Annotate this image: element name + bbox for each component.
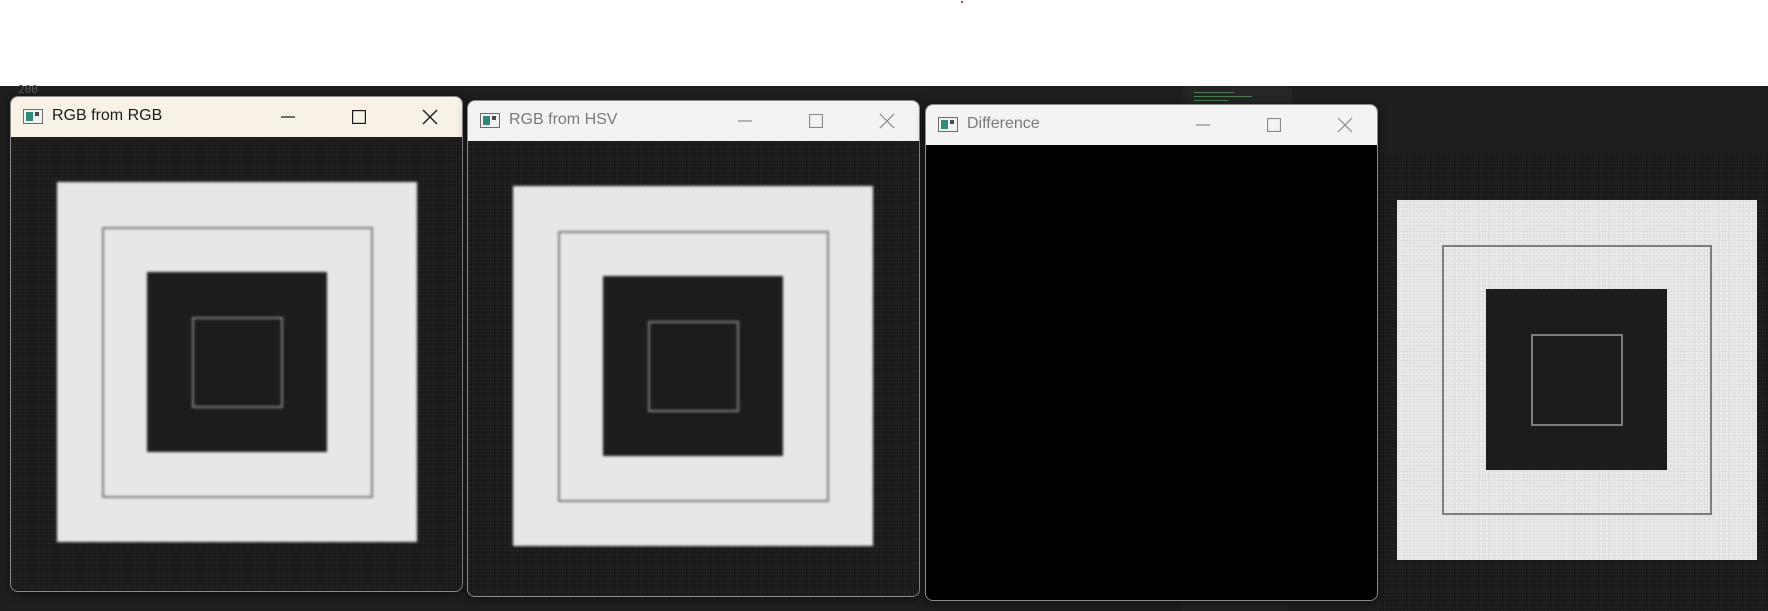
window-rgb-from-hsv[interactable]: RGB from HSV bbox=[467, 100, 920, 597]
close-icon bbox=[1337, 117, 1353, 133]
minimize-icon bbox=[1196, 124, 1210, 126]
titlebar[interactable]: RGB from RGB bbox=[11, 97, 462, 137]
close-button[interactable] bbox=[864, 101, 910, 141]
window-rgb-from-rgb[interactable]: RGB from RGB bbox=[10, 96, 463, 592]
inner-outline-square bbox=[192, 317, 283, 408]
titlebar[interactable]: Difference bbox=[926, 105, 1377, 145]
window-title: RGB from HSV bbox=[509, 111, 618, 128]
difference-image-view bbox=[926, 145, 1377, 600]
minimize-button[interactable] bbox=[265, 97, 311, 137]
minimize-button[interactable] bbox=[722, 101, 768, 141]
close-icon bbox=[422, 109, 438, 125]
maximize-icon bbox=[809, 114, 823, 128]
inner-outline-square bbox=[648, 321, 739, 412]
top-white-area bbox=[0, 0, 1768, 86]
maximize-button[interactable] bbox=[793, 101, 839, 141]
image-view bbox=[468, 141, 919, 596]
red-dot-marker bbox=[961, 1, 963, 3]
window-title: Difference bbox=[967, 115, 1040, 132]
maximize-icon bbox=[1267, 118, 1281, 132]
app-window-icon bbox=[938, 117, 958, 132]
background-image-panel bbox=[1380, 153, 1768, 611]
inner-outline-square bbox=[1531, 334, 1623, 426]
app-window-icon bbox=[480, 113, 500, 128]
image-view bbox=[11, 137, 462, 591]
window-title: RGB from RGB bbox=[52, 107, 163, 124]
close-button[interactable] bbox=[407, 97, 453, 137]
titlebar[interactable]: RGB from HSV bbox=[468, 101, 919, 141]
window-difference[interactable]: Difference bbox=[925, 104, 1378, 601]
close-icon bbox=[879, 113, 895, 129]
maximize-icon bbox=[352, 110, 366, 124]
background-faint-text: 200 bbox=[18, 83, 38, 96]
minimize-icon bbox=[738, 120, 752, 122]
close-button[interactable] bbox=[1322, 105, 1368, 145]
app-window-icon bbox=[23, 109, 43, 124]
maximize-button[interactable] bbox=[336, 97, 382, 137]
minimize-button[interactable] bbox=[1180, 105, 1226, 145]
maximize-button[interactable] bbox=[1251, 105, 1297, 145]
minimize-icon bbox=[281, 116, 295, 118]
